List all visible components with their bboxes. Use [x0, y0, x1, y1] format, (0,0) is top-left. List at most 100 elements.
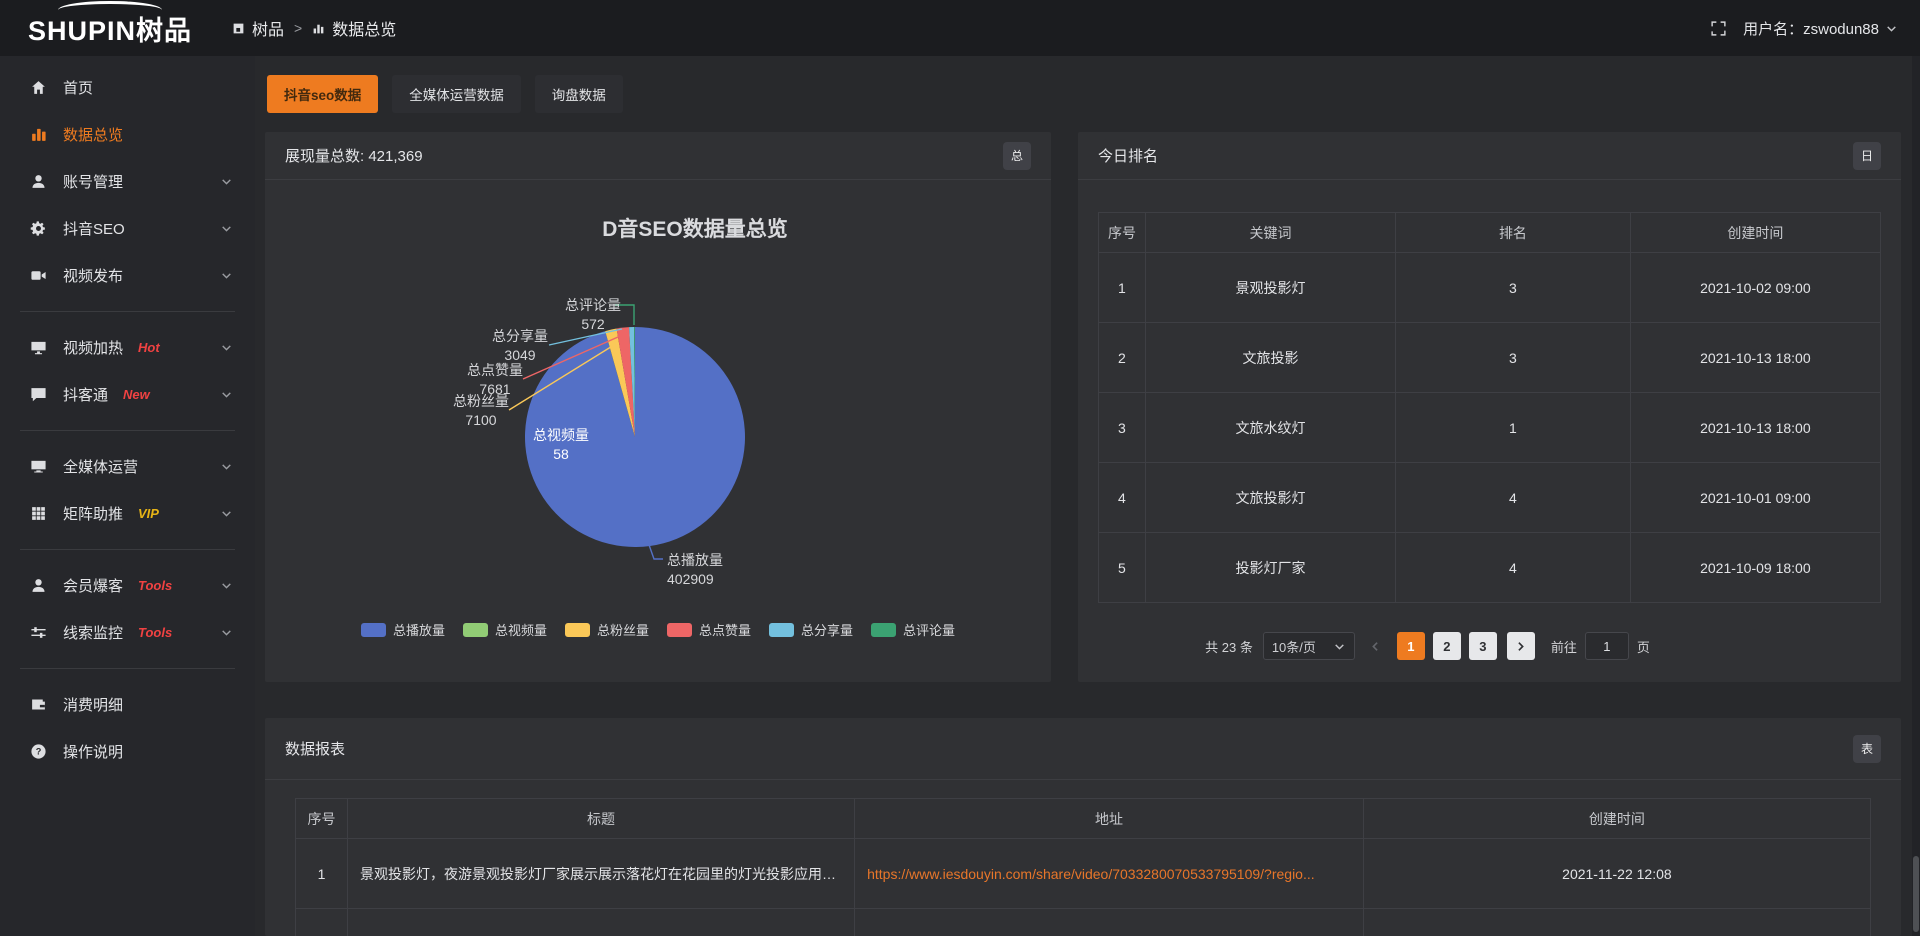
sidebar-item-0[interactable]: 首页: [0, 64, 255, 111]
legend-label: 总分享量: [801, 620, 853, 639]
svg-text:?: ?: [36, 747, 42, 757]
pie-label-name: 总评论量: [565, 297, 621, 313]
pie-label-value: 58: [553, 446, 569, 462]
legend-item-总评论量[interactable]: 总评论量: [871, 620, 955, 639]
legend-item-总播放量[interactable]: 总播放量: [361, 620, 445, 639]
ranking-table-row: 4 文旅投影灯 4 2021-10-01 09:00: [1099, 463, 1881, 533]
report-seq-cell: 1: [296, 839, 348, 909]
pagination-pages: 123: [1397, 632, 1497, 660]
sidebar-item-3[interactable]: 抖音SEO: [0, 205, 255, 252]
chevron-down-icon: [220, 626, 233, 639]
sidebar-item-label: 线索监控: [63, 622, 123, 643]
sidebar-item-9[interactable]: 全媒体运营: [0, 443, 255, 490]
ranking-title: 今日排名: [1098, 145, 1158, 166]
page-size-value: 10条/页: [1272, 637, 1316, 656]
chevron-down-icon: [220, 341, 233, 354]
bar-chart-icon: [312, 22, 326, 35]
ranking-badge-button[interactable]: 日: [1853, 142, 1881, 170]
rank-rank-cell: 4: [1396, 533, 1631, 603]
user-menu[interactable]: 用户名：zswodun88: [1743, 18, 1898, 39]
breadcrumb-separator: >: [294, 20, 302, 36]
sidebar-item-4[interactable]: 视频发布: [0, 252, 255, 299]
rank-seq-cell: 5: [1099, 533, 1146, 603]
chevron-down-icon: [220, 388, 233, 401]
sidebar-item-label: 消费明细: [63, 694, 123, 715]
chat-icon: [30, 386, 48, 403]
report-badge-button[interactable]: 表: [1853, 735, 1881, 763]
legend-item-总粉丝量[interactable]: 总粉丝量: [565, 620, 649, 639]
legend-label: 总播放量: [393, 620, 445, 639]
legend-label: 总评论量: [903, 620, 955, 639]
gear-icon: [30, 220, 48, 237]
sidebar-item-label: 数据总览: [63, 124, 123, 145]
ranking-panel: 今日排名 日 序号关键词排名创建时间 1 景观投影灯 3 2021-10-02 …: [1078, 132, 1901, 682]
user-icon: [30, 577, 48, 594]
breadcrumb-label: 数据总览: [332, 16, 396, 40]
tab-0[interactable]: 抖音seo数据: [267, 75, 378, 113]
pagination-prev-button[interactable]: [1365, 640, 1387, 653]
chart-icon: [30, 126, 48, 143]
legend-item-总点赞量[interactable]: 总点赞量: [667, 620, 751, 639]
rank-keyword-cell: 景观投影灯: [1145, 253, 1395, 323]
pie-label-name: 总视频量: [533, 427, 589, 443]
tab-1[interactable]: 全媒体运营数据: [392, 75, 521, 113]
pie-label-value: 7100: [465, 412, 496, 428]
tab-2[interactable]: 询盘数据: [535, 75, 623, 113]
legend-swatch: [463, 623, 488, 637]
pagination-page-3[interactable]: 3: [1469, 632, 1497, 660]
ranking-table-row: 3 文旅水纹灯 1 2021-10-13 18:00: [1099, 393, 1881, 463]
report-table-header-row: 序号标题地址创建时间: [296, 799, 1871, 839]
chevron-down-icon: [1333, 640, 1346, 653]
rank-seq-cell: 1: [1099, 253, 1146, 323]
page-size-select[interactable]: 10条/页: [1263, 632, 1355, 660]
pagination-page-1[interactable]: 1: [1397, 632, 1425, 660]
breadcrumb-item-home[interactable]: 树品: [232, 16, 284, 40]
sidebar-item-6[interactable]: 视频加热Hot: [0, 324, 255, 371]
chevron-down-icon: [220, 222, 233, 235]
video-link[interactable]: https://www.iesdouyin.com/share/video/70…: [867, 866, 1315, 882]
topbar: SHUPIN树品 树品 > 数据总览 用户名：zswodun88: [0, 0, 1920, 56]
rank-keyword-cell: 文旅投影: [1145, 323, 1395, 393]
chevron-down-icon: [220, 460, 233, 473]
legend-item-总分享量[interactable]: 总分享量: [769, 620, 853, 639]
legend-swatch: [769, 623, 794, 637]
report-column-header: 创建时间: [1363, 799, 1870, 839]
pagination-next-button[interactable]: [1507, 632, 1535, 660]
sidebar-item-16[interactable]: ? 操作说明: [0, 728, 255, 775]
sidebar-item-15[interactable]: 消费明细: [0, 681, 255, 728]
report-panel: 数据报表 表 序号标题地址创建时间 1 景观投影灯，夜游景观投影灯厂家展示展示落…: [265, 718, 1901, 936]
ranking-table: 序号关键词排名创建时间 1 景观投影灯 3 2021-10-02 09:00 2…: [1098, 212, 1881, 603]
legend-label: 总点赞量: [699, 620, 751, 639]
breadcrumb: 树品 > 数据总览: [232, 16, 396, 40]
legend-item-总视频量[interactable]: 总视频量: [463, 620, 547, 639]
sidebar-item-12[interactable]: 会员爆客Tools: [0, 562, 255, 609]
topbar-right: 用户名：zswodun88: [1710, 18, 1920, 39]
username-label: 用户名：zswodun88: [1743, 18, 1879, 39]
content-tabs: 抖音seo数据全媒体运营数据询盘数据: [267, 75, 623, 113]
rank-created-cell: 2021-10-13 18:00: [1630, 393, 1880, 463]
ranking-table-row: 2 文旅投影 3 2021-10-13 18:00: [1099, 323, 1881, 393]
chevron-down-icon: [220, 507, 233, 520]
rank-created-cell: 2021-10-09 18:00: [1630, 533, 1880, 603]
chevron-down-icon: [220, 269, 233, 282]
pagination: 共 23 条 10条/页 123 前往 页: [1016, 632, 1839, 660]
report-table-row: 1 景观投影灯，夜游景观投影灯厂家展示展示落花灯在花园里的灯光投影应用效果 # …: [296, 839, 1871, 909]
legend-swatch: [565, 623, 590, 637]
sidebar-item-badge: VIP: [138, 506, 159, 521]
sidebar-item-10[interactable]: 矩阵助推VIP: [0, 490, 255, 537]
pagination-page-2[interactable]: 2: [1433, 632, 1461, 660]
fullscreen-icon[interactable]: [1710, 20, 1727, 37]
legend-swatch: [871, 623, 896, 637]
sidebar-item-label: 账号管理: [63, 171, 123, 192]
rank-keyword-cell: 投影灯厂家: [1145, 533, 1395, 603]
sidebar-item-7[interactable]: 抖客通New: [0, 371, 255, 418]
sidebar-item-2[interactable]: 账号管理: [0, 158, 255, 205]
goto-page-input[interactable]: [1585, 632, 1629, 660]
pie-label-value: 402909: [667, 571, 714, 587]
sidebar-item-1[interactable]: 数据总览: [0, 111, 255, 158]
ranking-column-header: 创建时间: [1630, 213, 1880, 253]
sidebar-item-13[interactable]: 线索监控Tools: [0, 609, 255, 656]
pie-label-value: 7681: [479, 381, 510, 397]
breadcrumb-item-current[interactable]: 数据总览: [312, 16, 396, 40]
scrollbar-thumb[interactable]: [1913, 856, 1919, 932]
